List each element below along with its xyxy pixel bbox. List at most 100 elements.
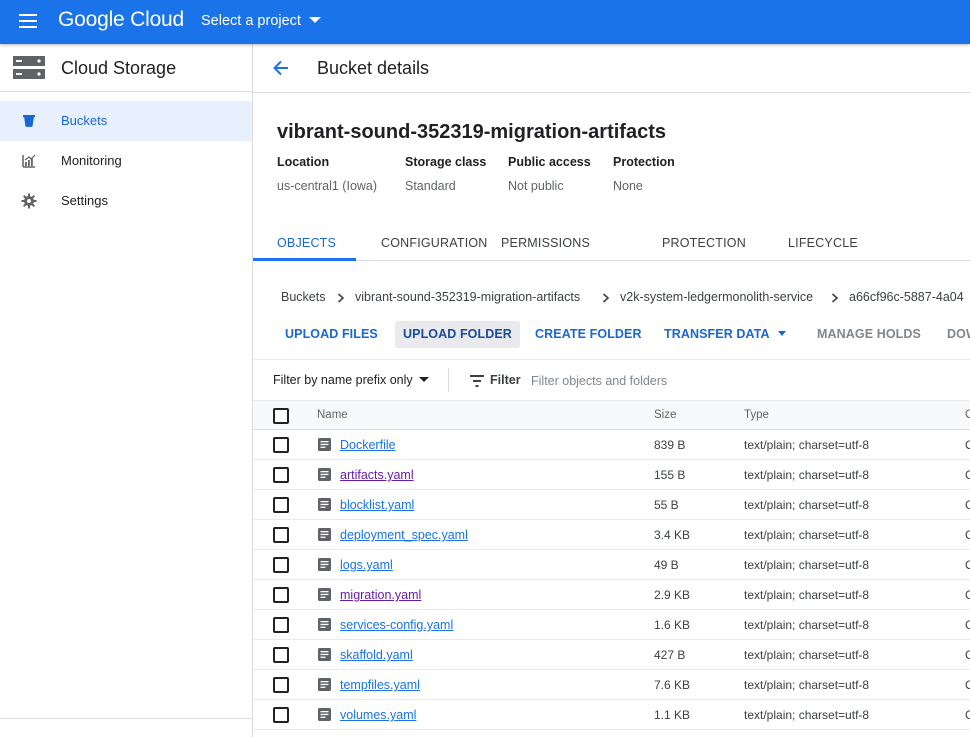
row-checkbox[interactable] — [273, 617, 289, 633]
filter-input[interactable] — [531, 368, 831, 394]
breadcrumb-item[interactable]: vibrant-sound-352319-migration-artifacts — [355, 290, 580, 304]
project-selector[interactable]: Select a project — [201, 13, 321, 29]
row-checkbox[interactable] — [273, 557, 289, 573]
sidebar-item-monitoring[interactable]: Monitoring — [0, 141, 252, 181]
row-checkbox[interactable] — [273, 707, 289, 723]
create-folder-button[interactable]: CREATE FOLDER — [527, 321, 650, 348]
sidebar-item-label: Settings — [61, 193, 108, 208]
page-title: Bucket details — [317, 58, 430, 78]
tab-objects[interactable]: OBJECTS — [277, 236, 336, 250]
row-checkbox[interactable] — [273, 437, 289, 453]
select-all-checkbox[interactable] — [273, 408, 289, 424]
row-checkbox[interactable] — [273, 497, 289, 513]
file-name-link[interactable]: migration.yaml — [340, 588, 421, 602]
filter-label: Filter — [490, 373, 521, 387]
breadcrumb-item[interactable]: Buckets — [281, 290, 325, 304]
column-header-name[interactable]: Name — [317, 409, 348, 421]
filter-prefix-dropdown[interactable]: Filter by name prefix only — [273, 373, 429, 387]
row-checkbox[interactable] — [273, 677, 289, 693]
file-icon — [318, 528, 331, 541]
file-name-link[interactable]: logs.yaml — [340, 558, 393, 572]
sidebar-header: Cloud Storage — [0, 44, 252, 92]
column-header-created[interactable]: C — [965, 409, 970, 421]
row-checkbox[interactable] — [273, 647, 289, 663]
table-row[interactable]: migration.yaml 2.9 KB text/plain; charset=… — [253, 580, 970, 610]
file-name-link[interactable]: volumes.yaml — [340, 708, 416, 722]
google-cloud-logo[interactable]: Google Cloud — [58, 8, 184, 32]
table-row[interactable]: skaffold.yaml 427 B text/plain; charset=ut… — [253, 640, 970, 670]
row-checkbox[interactable] — [273, 467, 289, 483]
file-type: text/plain; charset=utf-8 — [744, 438, 870, 452]
transfer-data-label: TRANSFER DATA — [664, 327, 770, 341]
file-name-link[interactable]: services-config.yaml — [340, 618, 453, 632]
table-row[interactable]: tempfiles.yaml 7.6 KB text/plain; charset=… — [253, 670, 970, 700]
file-created: C — [965, 498, 970, 512]
meta-protection: Protection None — [613, 155, 675, 193]
table-row[interactable]: blocklist.yaml 55 B text/plain; charset=ut… — [253, 490, 970, 520]
file-type: text/plain; charset=utf-8 — [744, 708, 870, 722]
file-type: text/plain; charset=utf-8 — [744, 678, 870, 692]
cloud-storage-icon — [13, 56, 45, 79]
file-created: C — [965, 558, 970, 572]
file-created: C — [965, 618, 970, 632]
tab-lifecycle[interactable]: LIFECYCLE — [788, 236, 858, 250]
table-row[interactable]: deployment_spec.yaml 3.4 KB text/plain; ch… — [253, 520, 970, 550]
chevron-right-icon — [337, 293, 345, 303]
file-name-link[interactable]: artifacts.yaml — [340, 468, 414, 482]
file-created: C — [965, 528, 970, 542]
page-header: Bucket details — [253, 44, 970, 93]
file-name-link[interactable]: Dockerfile — [340, 438, 396, 452]
upload-files-button[interactable]: UPLOAD FILES — [277, 321, 386, 348]
project-selector-label: Select a project — [201, 13, 301, 29]
file-size: 155 B — [654, 468, 686, 482]
file-size: 49 B — [654, 558, 679, 572]
transfer-data-button[interactable]: TRANSFER DATA — [656, 321, 794, 348]
objects-table: Name Size Type C Dockerfile 839 B text/pla… — [253, 401, 970, 730]
menu-icon[interactable] — [19, 14, 39, 28]
table-row[interactable]: services-config.yaml 1.6 KB text/plain; ch… — [253, 610, 970, 640]
file-icon — [318, 618, 331, 631]
column-header-type[interactable]: Type — [744, 409, 769, 421]
row-checkbox[interactable] — [273, 587, 289, 603]
meta-key: Protection — [613, 155, 675, 169]
upload-folder-button[interactable]: UPLOAD FOLDER — [395, 321, 520, 348]
download-button[interactable]: DOW — [939, 321, 970, 348]
tab-permissions[interactable]: PERMISSIONS — [501, 236, 590, 250]
meta-location: Location us-central1 (Iowa) — [277, 155, 377, 193]
file-name-link[interactable]: blocklist.yaml — [340, 498, 414, 512]
file-icon — [318, 648, 331, 661]
file-name-link[interactable]: deployment_spec.yaml — [340, 528, 468, 542]
file-created: C — [965, 708, 970, 722]
row-checkbox[interactable] — [273, 527, 289, 543]
meta-public-access: Public access Not public — [508, 155, 591, 193]
table-row[interactable]: volumes.yaml 1.1 KB text/plain; charset=ut… — [253, 700, 970, 730]
product-title: Cloud Storage — [61, 58, 177, 78]
sidebar-item-buckets[interactable]: Buckets — [0, 101, 252, 141]
file-type: text/plain; charset=utf-8 — [744, 498, 870, 512]
sidebar-item-settings[interactable]: Settings — [0, 181, 252, 221]
back-arrow-icon[interactable] — [271, 58, 291, 78]
breadcrumb-item: a66cf96c-5887-4a04 — [849, 290, 964, 304]
file-size: 1.6 KB — [654, 618, 691, 632]
file-type: text/plain; charset=utf-8 — [744, 618, 870, 632]
chevron-down-icon — [777, 331, 786, 336]
gear-icon — [21, 193, 37, 209]
table-row[interactable]: artifacts.yaml 155 B text/plain; charset=u… — [253, 460, 970, 490]
table-row[interactable]: Dockerfile 839 B text/plain; charset=utf-8… — [253, 430, 970, 460]
chevron-down-icon — [418, 377, 429, 382]
manage-holds-button[interactable]: MANAGE HOLDS — [809, 321, 929, 348]
top-app-bar: Google Cloud Select a project — [0, 0, 970, 44]
breadcrumb-item[interactable]: v2k-system-ledgermonolith-service — [620, 290, 813, 304]
column-header-size[interactable]: Size — [654, 409, 676, 421]
file-name-link[interactable]: tempfiles.yaml — [340, 678, 420, 692]
file-icon — [318, 678, 331, 691]
file-name-link[interactable]: skaffold.yaml — [340, 648, 413, 662]
filter-icon — [470, 375, 484, 387]
tab-configuration[interactable]: CONFIGURATION — [381, 236, 488, 250]
table-row[interactable]: logs.yaml 49 B text/plain; charset=utf-8 C — [253, 550, 970, 580]
file-created: C — [965, 468, 970, 482]
file-icon — [318, 558, 331, 571]
tab-protection[interactable]: PROTECTION — [662, 236, 746, 250]
file-type: text/plain; charset=utf-8 — [744, 588, 870, 602]
file-created: C — [965, 678, 970, 692]
